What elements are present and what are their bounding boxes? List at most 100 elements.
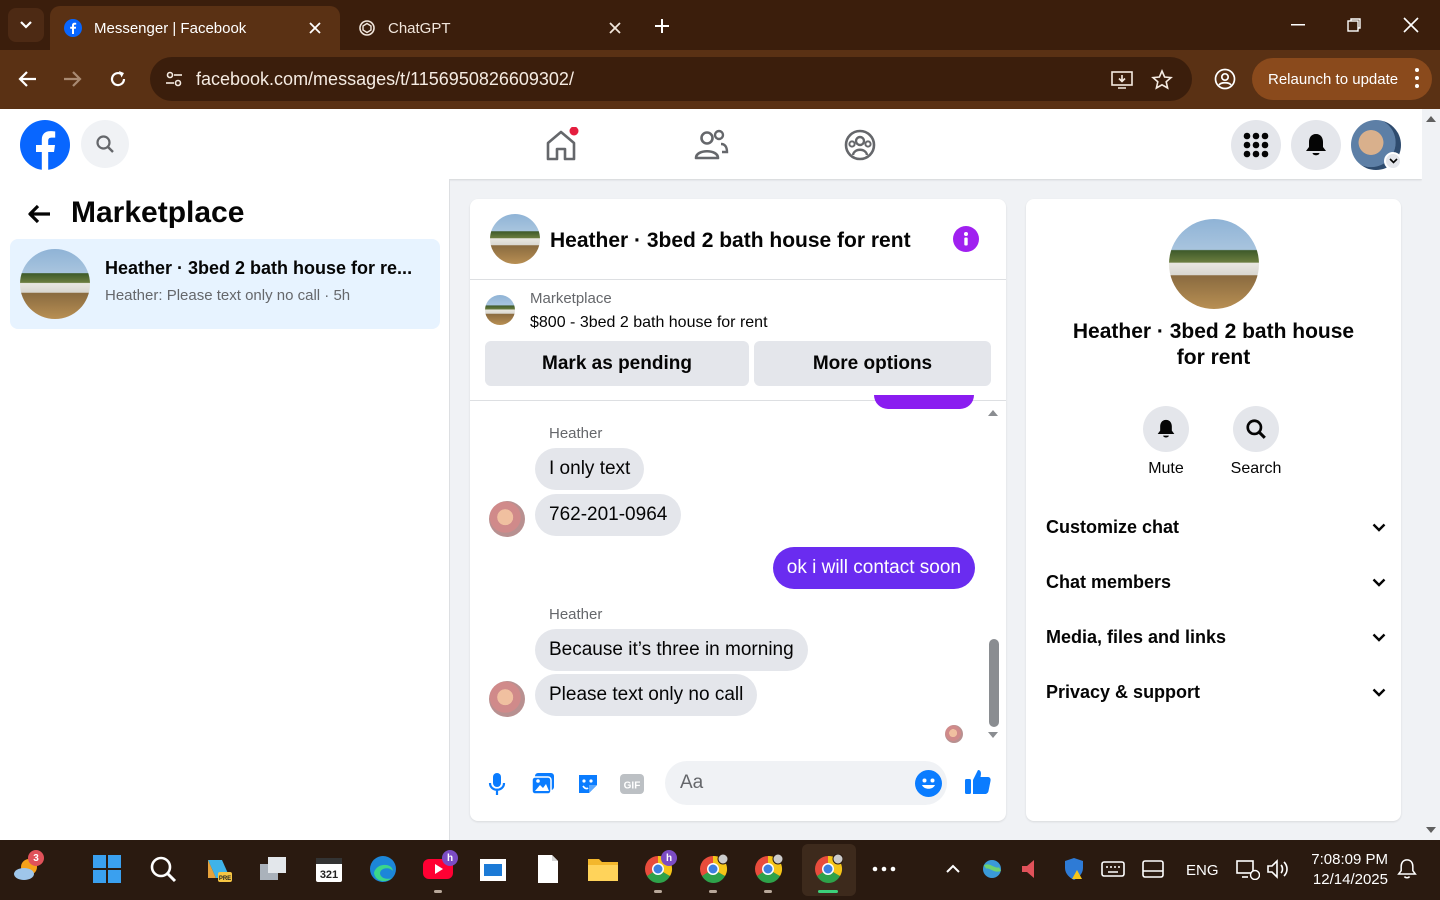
arrow-left-icon [28,204,50,224]
reload-icon [110,71,126,87]
gif-icon[interactable]: GIF [617,769,647,799]
tab-chatgpt[interactable]: ChatGPT [344,6,640,50]
friends-nav-button[interactable] [689,123,733,167]
media-files-links-section[interactable]: Media, files and links [1046,617,1386,657]
tab-search-button[interactable] [8,8,44,42]
store-icon[interactable] [476,852,510,886]
relaunch-button[interactable]: Relaunch to update [1252,58,1432,100]
account-chevron-icon[interactable] [1384,152,1402,170]
task-view-icon[interactable] [256,852,290,886]
profile-button[interactable] [1208,62,1242,96]
tab-title: Messenger | Facebook [94,19,247,37]
menu-button[interactable] [1231,120,1281,170]
conversation-item[interactable]: Heather · 3bed 2 bath house for re... He… [10,239,440,329]
groups-nav-button[interactable] [838,123,882,167]
security-shield-icon[interactable] [1057,852,1091,886]
message-bubble-incoming[interactable]: 762-201-0964 [535,494,682,536]
customize-chat-section[interactable]: Customize chat [1046,507,1386,547]
sender-avatar[interactable] [489,681,525,717]
address-bar[interactable]: facebook.com/messages/t/1156950826609302… [150,57,1192,101]
scroll-down-icon[interactable] [1422,822,1440,838]
search-button[interactable] [146,852,180,886]
listing-title[interactable]: $800 - 3bed 2 bath house for rent [530,314,768,332]
minimize-button[interactable] [1278,8,1318,42]
notification-center-icon[interactable] [1390,852,1424,886]
mute-button[interactable]: Mute [1126,406,1206,478]
chat-members-section[interactable]: Chat members [1046,562,1386,602]
close-tab-icon[interactable] [604,17,626,39]
clock-time[interactable]: 7:08:09 PM [1304,851,1388,868]
message-bubble-incoming[interactable]: Because it’s three in morning [535,629,808,671]
sender-avatar[interactable] [489,501,525,537]
chevron-down-icon [20,21,32,29]
facebook-logo-icon[interactable] [20,120,70,170]
audio-app-icon[interactable] [1012,852,1046,886]
chevron-down-icon [1372,688,1386,697]
copilot-icon[interactable]: PRE [202,852,236,886]
calendar-app-icon[interactable]: 321 [312,852,346,886]
chat-details-avatar[interactable] [1169,219,1259,309]
message-bubble-incoming[interactable]: I only text [535,448,645,490]
message-bubble-outgoing[interactable]: ok i will contact soon [772,547,975,589]
scroll-up-icon[interactable] [986,407,1000,417]
url-text[interactable]: facebook.com/messages/t/1156950826609302… [196,69,574,90]
message-input[interactable] [680,771,900,795]
tablet-mode-icon[interactable] [1136,852,1170,886]
keyboard-icon[interactable] [1096,852,1130,886]
chrome-icon[interactable] [751,852,785,886]
close-tab-icon[interactable] [304,17,326,39]
tab-messenger[interactable]: Messenger | Facebook [50,6,340,50]
voice-clip-icon[interactable] [482,769,512,799]
privacy-support-section[interactable]: Privacy & support [1046,672,1386,712]
home-nav-button[interactable] [539,123,583,167]
close-window-button[interactable] [1391,8,1431,42]
site-settings-icon[interactable] [160,65,188,93]
sticker-icon[interactable] [573,769,603,799]
forward-button[interactable] [55,62,89,96]
bookmark-star-icon[interactable] [1148,66,1176,94]
more-vert-icon [1415,68,1419,88]
photo-icon[interactable] [528,769,558,799]
network-globe-icon[interactable] [975,852,1009,886]
language-indicator[interactable]: ENG [1186,862,1219,879]
browser-toolbar: facebook.com/messages/t/1156950826609302… [0,50,1440,109]
thread-scrollbar[interactable] [986,407,1000,743]
new-tab-button[interactable] [648,12,676,40]
edge-icon[interactable] [366,852,400,886]
running-indicator [764,890,772,893]
chat-avatar[interactable] [490,214,540,264]
restore-button[interactable] [1334,8,1374,42]
notepad-icon[interactable] [531,852,565,886]
message-bubble-incoming[interactable]: Please text only no call [535,674,758,716]
read-receipt-avatar [945,725,963,743]
scroll-thumb[interactable] [989,639,999,727]
scroll-up-icon[interactable] [1422,111,1440,127]
more-options-button[interactable]: More options [754,341,991,386]
chrome-icon[interactable] [696,852,730,886]
more-apps-icon[interactable] [867,852,901,886]
clock-date[interactable]: 12/14/2025 [1304,871,1388,888]
scroll-down-icon[interactable] [986,731,1000,741]
start-button[interactable] [90,852,124,886]
volume-icon[interactable] [1261,852,1295,886]
notifications-button[interactable] [1291,120,1341,170]
chat-title[interactable]: Heather · 3bed 2 bath house for rent [550,229,911,253]
account-circle-icon [1214,68,1236,90]
show-hidden-icons-chevron[interactable] [936,852,970,886]
search-in-chat-button[interactable]: Search [1216,406,1296,478]
info-button[interactable] [953,226,979,252]
emoji-icon[interactable] [915,770,942,797]
network-icon[interactable] [1231,852,1265,886]
file-explorer-icon[interactable] [586,852,620,886]
back-button[interactable] [22,199,56,229]
chrome-active-icon[interactable] [811,852,845,886]
page-scrollbar[interactable] [1422,109,1440,840]
reload-button[interactable] [101,62,135,96]
mark-as-pending-button[interactable]: Mark as pending [485,341,749,386]
facebook-search-button[interactable] [81,120,129,168]
back-button[interactable] [11,62,45,96]
thumbs-up-icon[interactable] [963,767,993,797]
svg-text:PRE: PRE [219,876,231,882]
install-app-icon[interactable] [1108,66,1136,94]
listing-thumbnail [485,295,515,325]
